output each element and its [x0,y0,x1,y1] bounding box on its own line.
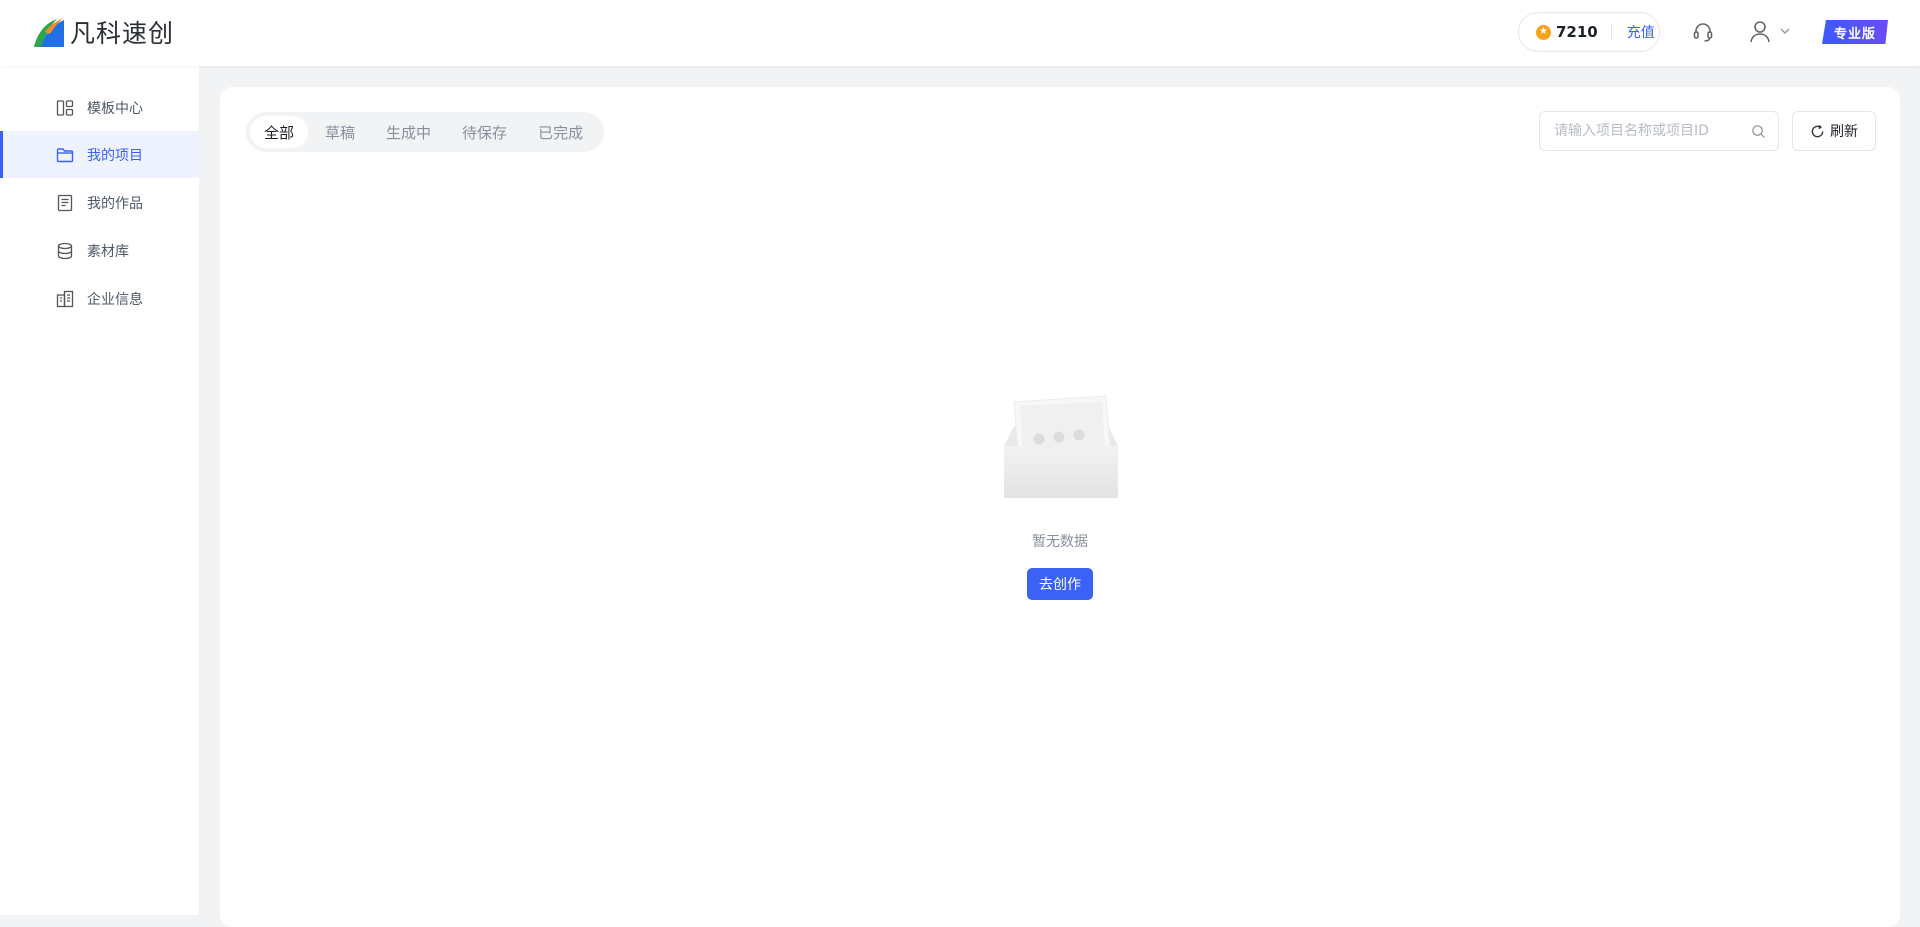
recharge-button[interactable]: 充值 [1627,22,1655,42]
search-box [1539,111,1779,151]
sidebar: 模板中心 我的项目 我的作品 素材库 企业信息 [0,66,199,915]
tab-pending-save[interactable]: 待保存 [448,116,521,148]
logo-icon [34,18,64,47]
refresh-icon [1811,124,1824,137]
sidebar-item-label: 模板中心 [87,100,143,117]
pro-badge[interactable]: 专业版 [1822,20,1888,44]
app-logo[interactable]: 凡科速创 [31,14,174,50]
document-icon [57,194,73,211]
go-create-button[interactable]: 去创作 [1027,568,1093,600]
empty-state-text: 暂无数据 [1032,534,1088,550]
logo-text: 凡科速创 [70,19,175,48]
headset-icon[interactable] [1691,20,1715,44]
sidebar-item-label: 企业信息 [87,291,143,308]
status-tabs: 全部 草稿 生成中 待保存 已完成 [246,112,605,152]
empty-inbox-illustration [1004,395,1118,498]
sidebar-item-label: 我的项目 [87,147,143,164]
template-icon [56,99,74,116]
main-panel: 全部 草稿 生成中 待保存 已完成 刷新 [220,87,1900,927]
coin-icon: ★ [1536,24,1551,40]
sidebar-item-label: 我的作品 [87,195,143,212]
tab-all[interactable]: 全部 [250,116,309,148]
search-input[interactable] [1552,122,1742,140]
sidebar-item-label: 素材库 [87,243,129,260]
refresh-button[interactable]: 刷新 [1792,111,1876,151]
database-icon [57,242,73,259]
sidebar-item-my-works[interactable]: 我的作品 [0,179,199,226]
building-icon [56,290,74,307]
top-header: 凡科速创 ★ 7210 充值 专业版 [0,0,1920,66]
sidebar-item-company-info[interactable]: 企业信息 [0,275,199,322]
tab-draft[interactable]: 草稿 [311,116,369,148]
user-menu[interactable] [1747,18,1791,44]
refresh-label: 刷新 [1830,124,1858,140]
sidebar-item-template-center[interactable]: 模板中心 [0,84,199,131]
chevron-down-icon [1780,28,1790,34]
user-icon [1750,21,1770,43]
points-balance: ★ 7210 充值 [1518,12,1660,52]
tab-completed[interactable]: 已完成 [524,116,597,148]
divider [1610,24,1612,40]
tab-generating[interactable]: 生成中 [372,116,445,148]
search-icon[interactable] [1751,124,1766,139]
sidebar-item-my-projects[interactable]: 我的项目 [0,131,199,178]
points-value: 7210 [1556,23,1598,41]
folder-icon [56,147,74,162]
sidebar-item-asset-library[interactable]: 素材库 [0,227,199,274]
